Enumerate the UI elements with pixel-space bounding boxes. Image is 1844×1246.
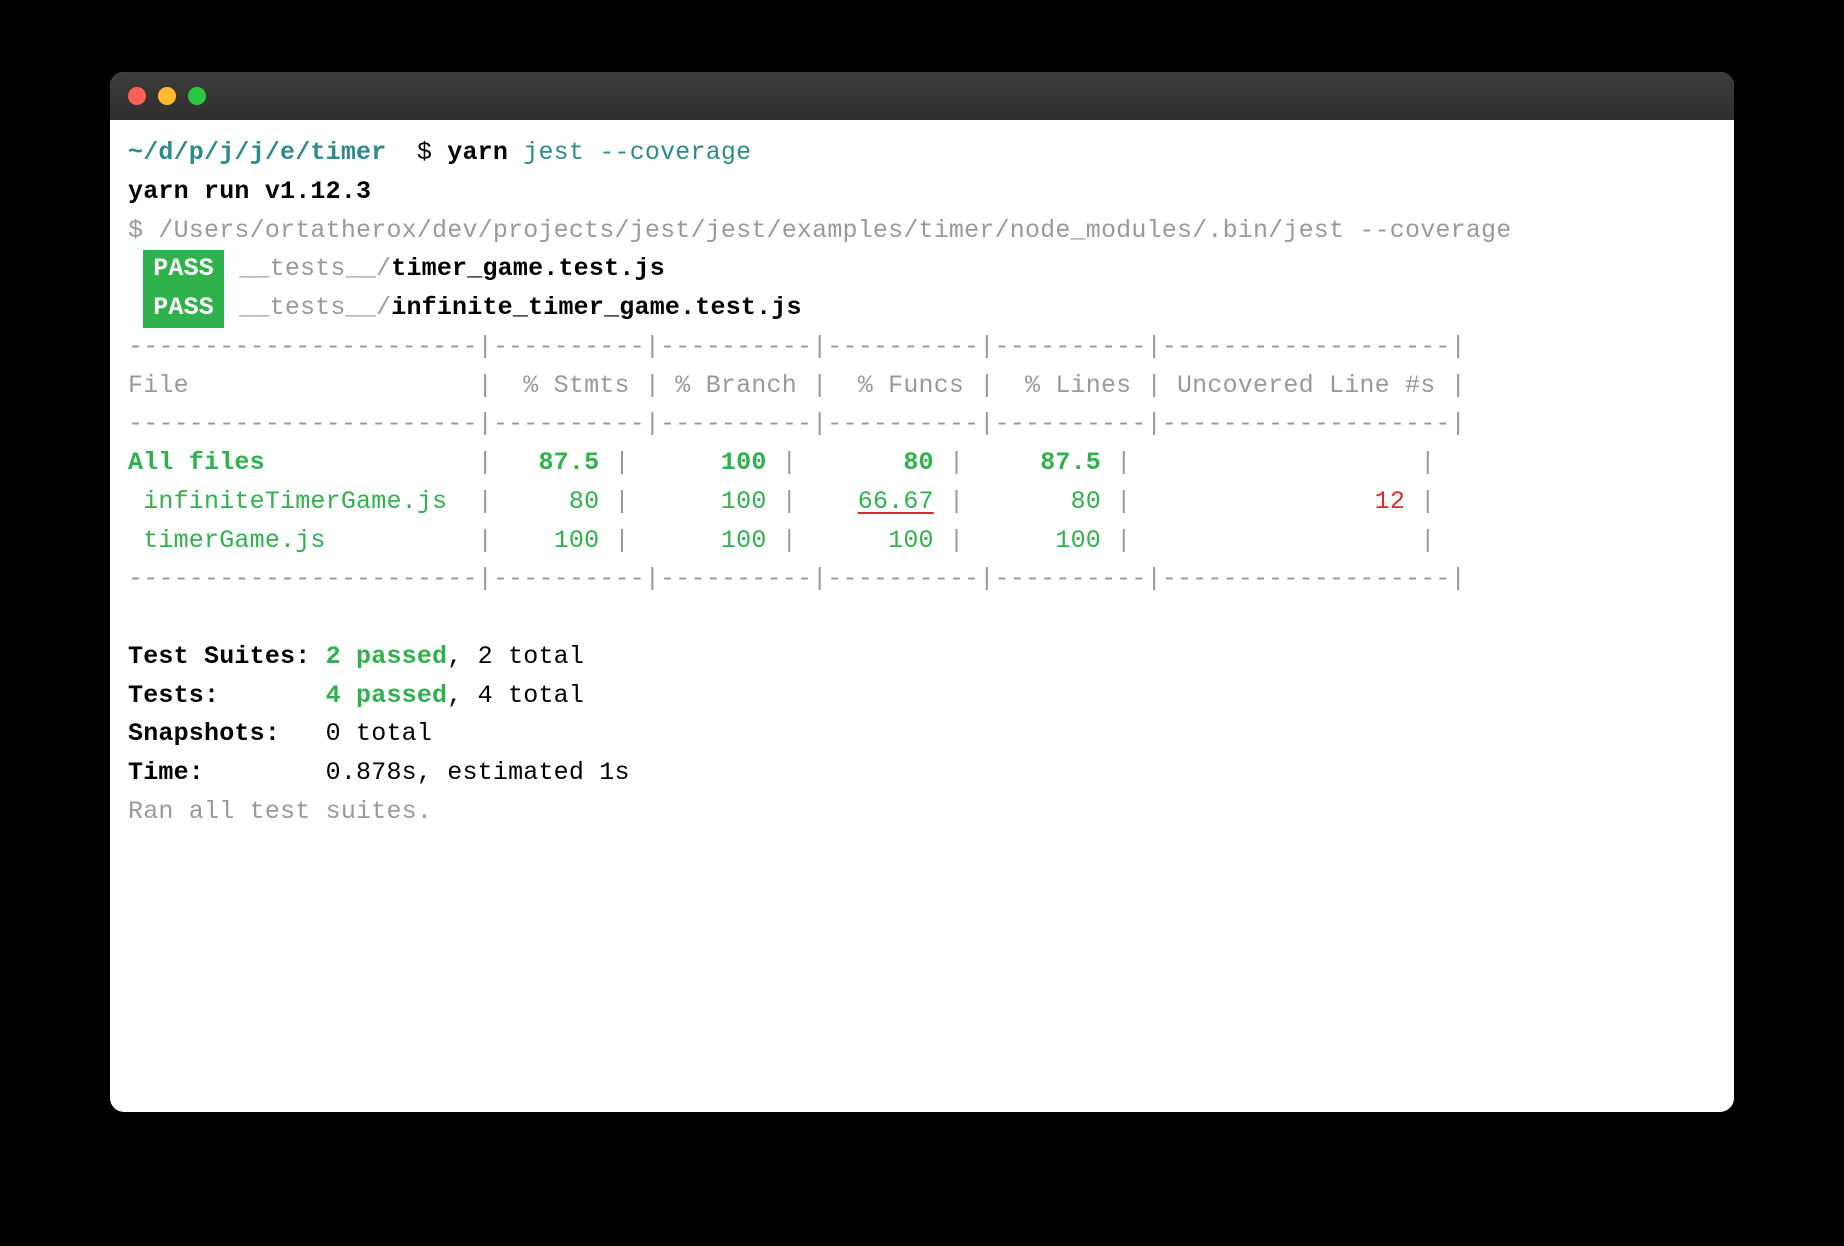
test-dir: __tests__/ — [239, 254, 391, 283]
time-value: 0.878s, estimated 1s — [326, 758, 630, 787]
row-uncovered: 12 — [1375, 487, 1405, 516]
row-lines: 80 — [1071, 487, 1101, 516]
subcmd-path: /Users/ortatherox/dev/projects/jest/jest… — [158, 216, 1511, 245]
row-stmts: 80 — [569, 487, 599, 516]
row-funcs: 66.67 — [858, 487, 934, 516]
table-sep: -----------------------|----------|-----… — [128, 409, 1466, 438]
maximize-icon[interactable] — [188, 87, 206, 105]
row-funcs: 80 — [903, 448, 933, 477]
prompt-path: ~/d/p/j/j/e/timer — [128, 138, 386, 167]
test-file: timer_game.test.js — [391, 254, 665, 283]
yarn-run-line: yarn run v1.12.3 — [128, 177, 371, 206]
cmd-jest: jest — [523, 138, 584, 167]
row-name: infiniteTimerGame.js — [128, 487, 447, 516]
test-file: infinite_timer_game.test.js — [391, 293, 801, 322]
terminal-window: ~/d/p/j/j/e/timer $ yarn jest --coverage… — [110, 72, 1734, 1112]
row-funcs: 100 — [888, 526, 934, 555]
row-branch: 100 — [721, 448, 767, 477]
row-name: timerGame.js — [128, 526, 326, 555]
close-icon[interactable] — [128, 87, 146, 105]
prompt-symbol: $ — [417, 138, 432, 167]
suites-label: Test Suites: — [128, 642, 326, 671]
tests-rest: , 4 total — [447, 681, 584, 710]
row-branch: 100 — [721, 526, 767, 555]
row-name: All files — [128, 448, 265, 477]
table-sep: -----------------------|----------|-----… — [128, 564, 1466, 593]
row-stmts: 87.5 — [538, 448, 599, 477]
row-branch: 100 — [721, 487, 767, 516]
subcmd-symbol: $ — [128, 216, 143, 245]
snapshots-value: 0 total — [326, 719, 432, 748]
pass-badge: PASS — [143, 289, 224, 328]
pass-badge: PASS — [143, 250, 224, 289]
test-dir: __tests__/ — [239, 293, 391, 322]
ran-line: Ran all test suites. — [128, 797, 432, 826]
row-lines: 100 — [1055, 526, 1101, 555]
row-stmts: 100 — [554, 526, 600, 555]
tests-passed: 4 passed — [326, 681, 448, 710]
time-label: Time: — [128, 758, 326, 787]
row-lines: 87.5 — [1040, 448, 1101, 477]
table-sep: -----------------------|----------|-----… — [128, 332, 1466, 361]
window-titlebar — [110, 72, 1734, 120]
cmd-yarn: yarn — [447, 138, 508, 167]
tests-label: Tests: — [128, 681, 326, 710]
minimize-icon[interactable] — [158, 87, 176, 105]
suites-passed: 2 passed — [326, 642, 448, 671]
snapshots-label: Snapshots: — [128, 719, 326, 748]
cmd-flag: --coverage — [599, 138, 751, 167]
table-header: File | % Stmts | % Branch | % Funcs | % … — [128, 371, 1466, 400]
suites-rest: , 2 total — [447, 642, 584, 671]
terminal-content[interactable]: ~/d/p/j/j/e/timer $ yarn jest --coverage… — [110, 120, 1734, 846]
